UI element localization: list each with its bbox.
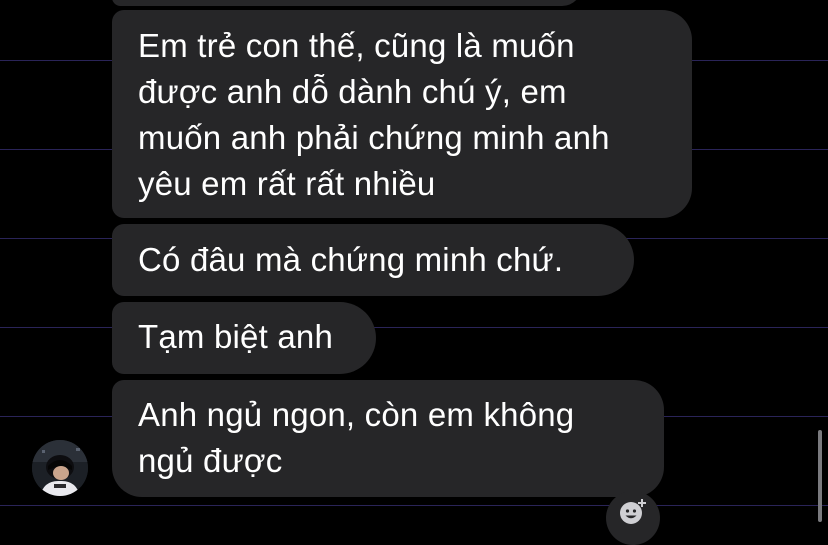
scrollbar-thumb[interactable] <box>818 430 822 522</box>
add-reaction-button[interactable] <box>606 491 660 545</box>
add-reaction-smiley-icon <box>620 499 646 524</box>
contact-avatar[interactable] <box>32 440 88 496</box>
message-bubble[interactable]: Tạm biệt anh <box>112 302 376 374</box>
message-thread: Em trẻ con thế, cũng là muốn được anh dỗ… <box>0 0 828 545</box>
message-bubble[interactable]: Có đâu mà chứng minh chứ. <box>112 224 634 296</box>
avatar-image <box>32 440 88 496</box>
previous-message-bubble[interactable] <box>112 0 582 6</box>
message-bubble[interactable]: Em trẻ con thế, cũng là muốn được anh dỗ… <box>112 10 692 218</box>
message-bubble[interactable]: Anh ngủ ngon, còn em không ngủ được <box>112 380 664 497</box>
